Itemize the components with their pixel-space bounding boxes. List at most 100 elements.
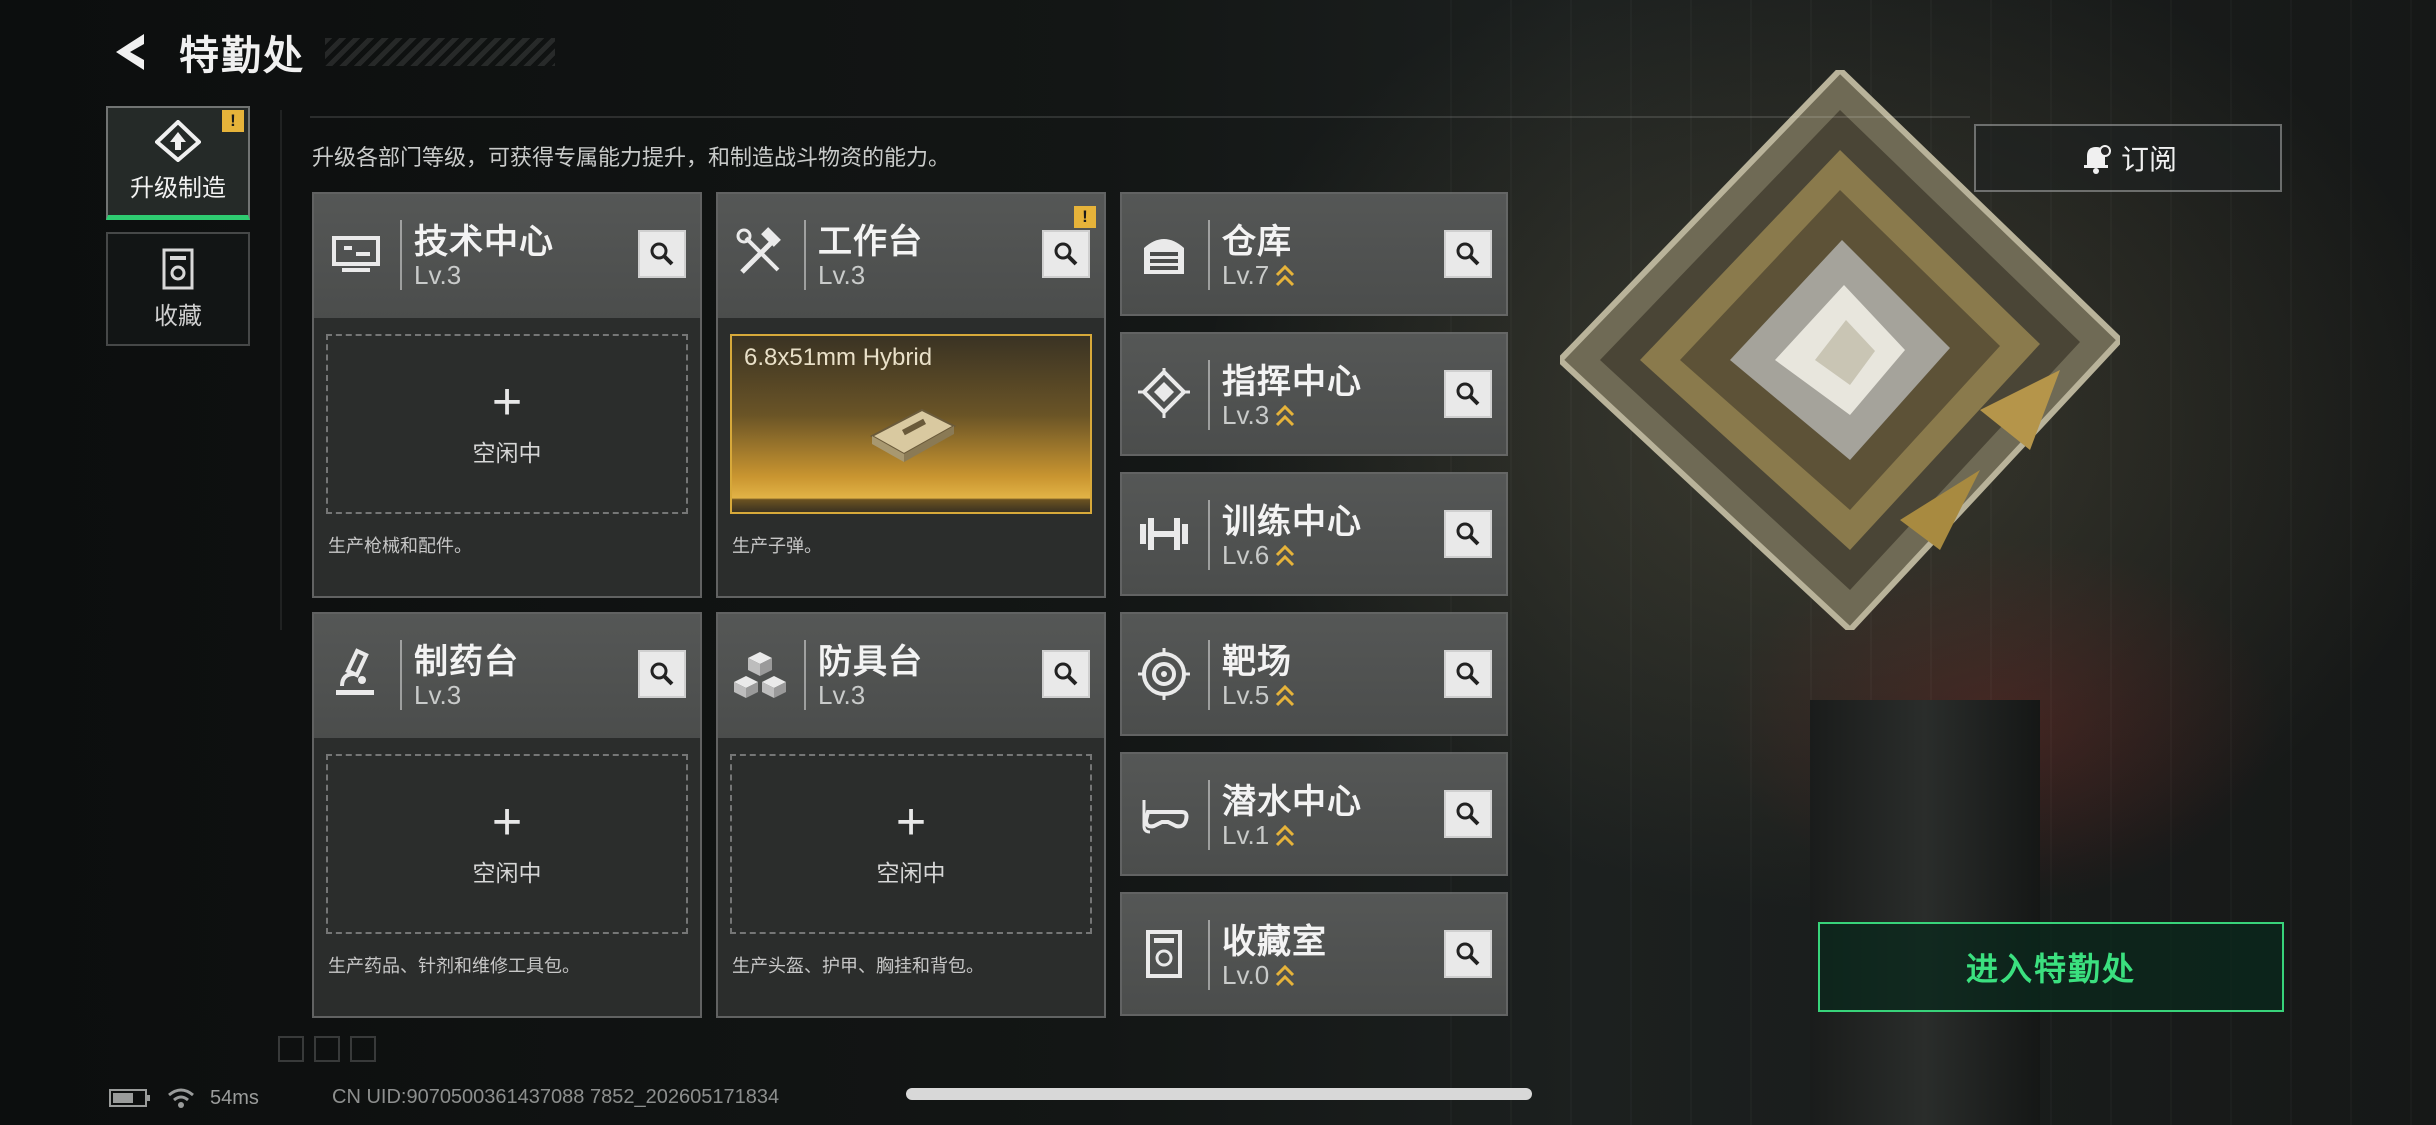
- card-name: 制药台: [414, 643, 519, 681]
- separator: [400, 220, 402, 290]
- level-text: Lv.1: [1222, 820, 1270, 850]
- home-indicator[interactable]: [906, 1088, 1532, 1100]
- collection-icon: [1146, 930, 1182, 978]
- card-name: 仓库: [1222, 223, 1292, 261]
- page-description: 升级各部门等级，可获得专属能力提升，和制造战斗物资的能力。: [312, 145, 951, 170]
- card-header: 技术中心 Lv.3: [314, 194, 700, 318]
- slot-body: + 空闲中 生产药品、针剂和维修工具包。: [314, 738, 700, 1016]
- search-button[interactable]: [1444, 230, 1492, 278]
- card-name: 技术中心: [414, 223, 554, 261]
- user-uid: CN UID:9070500361437088 7852_20260517183…: [332, 1086, 780, 1108]
- search-button[interactable]: [638, 650, 686, 698]
- search-button[interactable]: [1444, 790, 1492, 838]
- department-card-shooting-range[interactable]: 靶场 Lv.5: [1120, 612, 1508, 736]
- dumbbell-icon: [1140, 518, 1188, 550]
- armor-blocks-icon: [734, 652, 786, 698]
- card-header: 制药台 Lv.3: [314, 614, 700, 738]
- workshop-card-workbench[interactable]: 工作台 Lv.3 6.8x51mm Hybrid ! 生产子弹。: [716, 192, 1106, 598]
- bell-icon: [2083, 145, 2111, 174]
- page-title: 特勤处: [179, 34, 305, 78]
- slot-description: 生产枪械和配件。: [328, 536, 472, 556]
- search-icon: [1456, 242, 1480, 266]
- target-icon: [1138, 648, 1190, 700]
- department-card-warehouse[interactable]: 仓库 Lv.7: [1120, 192, 1508, 316]
- upgrade-available-icon: [1276, 404, 1295, 426]
- plus-icon: +: [491, 793, 523, 851]
- search-icon: [1054, 662, 1078, 686]
- slot-description: 生产头盔、护甲、胸挂和背包。: [732, 956, 984, 976]
- search-icon: [1054, 242, 1078, 266]
- card-level: Lv.3: [414, 260, 462, 290]
- card-header: 防具台 Lv.3: [718, 614, 1104, 738]
- command-chip-icon: [1138, 368, 1190, 418]
- separator: [804, 640, 806, 710]
- card-name: 防具台: [818, 643, 923, 681]
- search-button[interactable]: [1042, 650, 1090, 698]
- search-icon: [1456, 662, 1480, 686]
- slot-status: 空闲中: [876, 860, 946, 886]
- production-slot-active[interactable]: 6.8x51mm Hybrid: [730, 334, 1092, 514]
- search-button[interactable]: [638, 230, 686, 278]
- card-level: Lv.5: [1222, 680, 1295, 711]
- search-button[interactable]: [1042, 230, 1090, 278]
- upgrade-available-icon: [1276, 544, 1295, 566]
- nav-label: 收藏: [154, 302, 202, 330]
- item-name: 6.8x51mm Hybrid: [744, 344, 933, 371]
- enter-special-ops-button[interactable]: 进入特勤处: [1818, 922, 2284, 1012]
- department-card-training-center[interactable]: 训练中心 Lv.6: [1120, 472, 1508, 596]
- slot-status: 空闲中: [472, 860, 542, 886]
- upgrade-available-icon: [1276, 824, 1295, 846]
- upgrade-available-icon: [1276, 684, 1295, 706]
- slot-description: 生产药品、针剂和维修工具包。: [328, 956, 580, 976]
- card-level: Lv.3: [818, 260, 866, 290]
- card-name: 工作台: [818, 223, 923, 261]
- wifi-icon: [168, 1088, 194, 1108]
- slot-description: 生产子弹。: [732, 536, 822, 556]
- card-header: 工作台 Lv.3: [718, 194, 1104, 318]
- department-card-diving-center[interactable]: 潜水中心 Lv.1: [1120, 752, 1508, 876]
- level-text: Lv.6: [1222, 540, 1270, 570]
- search-button[interactable]: [1444, 370, 1492, 418]
- nav-label: 升级制造: [130, 175, 226, 202]
- card-level: Lv.0: [1222, 960, 1295, 991]
- slot-body: 6.8x51mm Hybrid ! 生产子弹。: [718, 206, 1104, 596]
- card-level: Lv.7: [1222, 260, 1295, 291]
- production-slot[interactable]: + 空闲中: [326, 334, 688, 514]
- back-button[interactable]: [105, 27, 155, 77]
- card-level: Lv.3: [1222, 400, 1295, 431]
- nav-upgrade-craft[interactable]: 升级制造 !: [106, 106, 250, 220]
- department-card-collection-room[interactable]: 收藏室 Lv.0: [1120, 892, 1508, 1016]
- card-name: 收藏室: [1222, 923, 1327, 961]
- production-slot[interactable]: + 空闲中: [730, 754, 1092, 934]
- nav-collection[interactable]: 收藏: [106, 232, 250, 346]
- monitor-icon: [332, 236, 380, 272]
- search-icon: [1456, 522, 1480, 546]
- card-header: 收藏室 Lv.0: [1122, 894, 1506, 1014]
- search-button[interactable]: [1444, 510, 1492, 558]
- separator: [1208, 500, 1210, 570]
- card-level: Lv.1: [1222, 820, 1295, 851]
- card-level: Lv.6: [1222, 540, 1295, 571]
- ammo-box-icon: [869, 408, 957, 462]
- card-level: Lv.3: [818, 680, 866, 710]
- separator: [400, 640, 402, 710]
- workshop-card-armor-bench[interactable]: 防具台 Lv.3 + 空闲中 生产头盔、护甲、胸挂和背包。: [716, 612, 1106, 1018]
- background-pillar: [1810, 700, 2040, 1125]
- upgrade-icon: [155, 120, 201, 162]
- card-name: 潜水中心: [1222, 783, 1362, 821]
- separator: [1208, 640, 1210, 710]
- divider-line: [280, 110, 282, 630]
- search-button[interactable]: [1444, 930, 1492, 978]
- subscribe-button[interactable]: 订阅: [1974, 124, 2282, 192]
- battery-icon: [109, 1089, 150, 1107]
- card-header: 训练中心 Lv.6: [1122, 474, 1506, 594]
- search-icon: [1456, 942, 1480, 966]
- search-button[interactable]: [1444, 650, 1492, 698]
- workshop-card-pharmacy[interactable]: 制药台 Lv.3 + 空闲中 生产药品、针剂和维修工具包。: [312, 612, 702, 1018]
- card-name: 训练中心: [1222, 503, 1362, 541]
- card-name: 指挥中心: [1222, 363, 1362, 401]
- production-slot[interactable]: + 空闲中: [326, 754, 688, 934]
- department-card-command-center[interactable]: 指挥中心 Lv.3: [1120, 332, 1508, 456]
- slot-body: + 空闲中 生产头盔、护甲、胸挂和背包。: [718, 738, 1104, 1016]
- workshop-card-tech-center[interactable]: 技术中心 Lv.3 + 空闲中 生产枪械和配件。: [312, 192, 702, 598]
